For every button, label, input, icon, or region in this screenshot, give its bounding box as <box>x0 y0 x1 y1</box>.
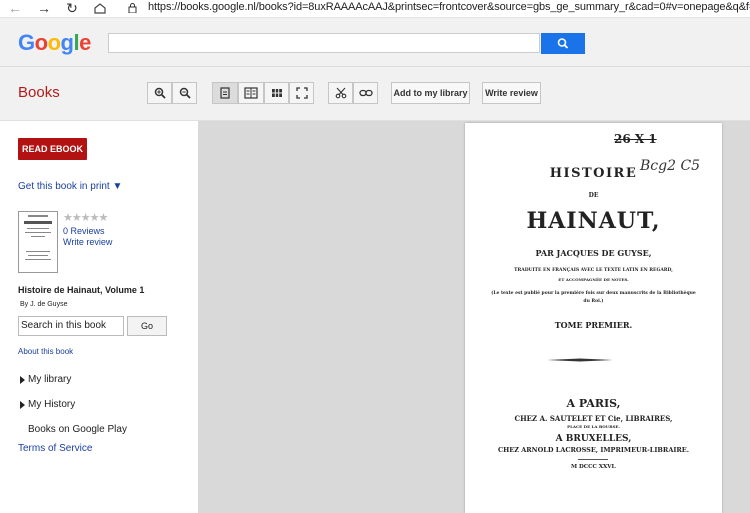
rating-stars: ★★★★★ <box>63 212 108 224</box>
single-page-icon <box>220 87 230 99</box>
shelf-mark-crossed: 26 X 1 <box>614 132 657 146</box>
my-library-item[interactable]: My library <box>28 374 71 385</box>
get-book-in-print-link[interactable]: Get this book in print ▼ <box>18 181 122 192</box>
read-ebook-button[interactable]: READ EBOOK <box>18 138 87 160</box>
url-text[interactable]: https://books.google.nl/books?id=8uxRAAA… <box>148 1 750 13</box>
book-page[interactable] <box>465 123 722 513</box>
logo-letter: o <box>47 30 61 55</box>
home-icon[interactable] <box>94 3 106 14</box>
logo-letter: o <box>34 30 48 55</box>
page-year: M DCCC XXVI. <box>570 464 617 470</box>
ornament-divider <box>547 358 613 362</box>
browser-address-bar: ← → ↻ https://books.google.nl/books?id=8… <box>0 0 750 18</box>
expand-triangle-icon[interactable] <box>20 376 25 384</box>
logo-letter: e <box>79 30 91 55</box>
zoom-out-icon <box>179 87 191 99</box>
two-page-view-button[interactable] <box>238 82 264 104</box>
single-page-view-button[interactable] <box>212 82 238 104</box>
link-icon <box>358 89 373 97</box>
page-note-2: du Roi.) <box>583 299 604 304</box>
expand-triangle-icon[interactable] <box>20 401 25 409</box>
reload-icon[interactable]: ↻ <box>63 0 81 17</box>
page-note-1: (Le texte est publié pour la première fo… <box>491 291 696 296</box>
lock-icon <box>128 3 137 13</box>
my-history-item[interactable]: My History <box>28 399 75 410</box>
link-button[interactable] <box>353 82 378 104</box>
fullscreen-button[interactable] <box>289 82 314 104</box>
page-subtitle-1: TRADUITE EN FRANÇAIS AVEC LE TEXTE LATIN… <box>514 268 673 273</box>
short-rule <box>578 459 608 460</box>
search-in-book-input[interactable]: Search in this book <box>18 316 124 336</box>
grid-icon <box>271 89 282 97</box>
google-logo[interactable]: Google <box>18 30 91 56</box>
reviews-link[interactable]: 0 Reviews <box>63 226 105 236</box>
add-to-library-button[interactable]: Add to my library <box>391 82 470 104</box>
page-subtitle-2: ET ACCOMPAGNÉE DE NOTES. <box>558 277 629 282</box>
zoom-out-button[interactable] <box>172 82 197 104</box>
google-play-item[interactable]: Books on Google Play <box>28 424 127 435</box>
forward-arrow-icon[interactable]: → <box>35 0 53 17</box>
page-author: PAR JACQUES DE GUYSE, <box>535 248 652 258</box>
page-title-de: DE <box>588 192 599 199</box>
scissors-icon <box>335 87 346 99</box>
logo-letter: G <box>18 30 35 55</box>
thumbnail-view-button[interactable] <box>264 82 289 104</box>
back-arrow-icon[interactable]: ← <box>6 0 24 17</box>
page-city-2: A BRUXELLES, <box>555 434 632 444</box>
clip-button[interactable] <box>328 82 353 104</box>
two-page-icon <box>244 87 258 99</box>
page-publisher-1: CHEZ A. SAUTELET ET Cie, LIBRAIRES, <box>514 414 673 423</box>
page-title-2: HAINAUT, <box>526 208 661 234</box>
search-input[interactable] <box>108 33 540 53</box>
zoom-in-button[interactable] <box>147 82 172 104</box>
search-button[interactable] <box>541 33 585 54</box>
go-button[interactable]: Go <box>127 316 167 336</box>
page-city-1: A PARIS, <box>566 397 621 410</box>
page-volume: TOME PREMIER. <box>554 320 633 330</box>
search-icon <box>557 38 569 49</box>
terms-of-service-link[interactable]: Terms of Service <box>18 443 92 454</box>
logo-letter: g <box>60 30 74 55</box>
page-address-1: PLACE DE LA BOURSE. <box>567 424 620 429</box>
zoom-in-icon <box>154 87 166 99</box>
viewer-scrollbar[interactable] <box>722 121 750 513</box>
books-title[interactable]: Books <box>18 84 60 101</box>
fullscreen-icon <box>295 87 308 99</box>
book-cover-thumbnail[interactable] <box>18 211 58 273</box>
book-title: Histoire de Hainaut, Volume 1 <box>18 285 145 295</box>
page-publisher-2: CHEZ ARNOLD LACROSSE, IMPRIMEUR-LIBRAIRE… <box>497 446 690 454</box>
write-review-button[interactable]: Write review <box>482 82 541 104</box>
sidebar-write-review-link[interactable]: Write review <box>63 237 112 247</box>
about-book-link[interactable]: About this book <box>18 347 73 356</box>
book-author[interactable]: By J. de Guyse <box>20 301 67 308</box>
page-title-1: HISTOIRE <box>549 166 638 181</box>
